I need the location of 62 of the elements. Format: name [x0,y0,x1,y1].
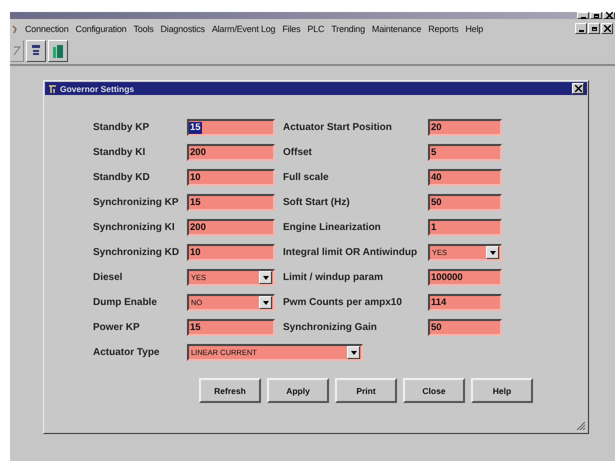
input-field[interactable]: 10 [187,169,275,186]
menu-item[interactable]: Connection [25,24,69,34]
input-field[interactable]: 15 [187,119,275,136]
menu-item[interactable]: Diagnostics [160,24,205,34]
field-label: Standby KI [93,146,146,160]
field-label: Diesel [93,271,124,285]
field-label: Synchronizing KD [93,246,180,260]
close-icon[interactable] [572,83,584,94]
field-label: Soft Start (Hz) [283,196,351,210]
input-field[interactable]: 20 [428,119,502,136]
app-icon [48,84,57,94]
field-label: Actuator Start Position [283,121,393,135]
dialog-button[interactable]: Refresh [199,378,261,403]
field-label: Standby KP [93,121,150,135]
dialog-button[interactable]: Print [335,378,397,403]
input-field[interactable]: 50 [428,194,502,211]
close-icon[interactable] [601,23,613,34]
input-field[interactable]: 10 [187,244,275,261]
input-field[interactable]: 1 [428,219,502,236]
field-label: Standby KD [93,171,151,185]
input-field[interactable]: 15 [187,194,275,211]
menu-item[interactable]: Alarm/Event Log [212,24,276,34]
dialog-button[interactable]: Apply [267,378,329,403]
close-icon[interactable] [603,12,615,19]
menu-item[interactable]: Trending [331,24,365,34]
menu-item[interactable]: Files [282,24,300,34]
menu-item[interactable]: Maintenance [372,24,422,34]
field-label: Actuator Type [93,346,160,360]
field-label: Synchronizing Gain [283,321,378,335]
menu-item[interactable]: Help [465,24,484,34]
input-field[interactable]: 50 [428,319,502,336]
input-field[interactable]: 40 [428,169,502,186]
field-label: Limit / windup param [283,271,384,285]
field-label: Dump Enable [93,296,158,310]
dialog-button[interactable]: Close [403,378,465,403]
input-field[interactable]: 114 [428,294,502,311]
input-field[interactable]: 100000 [428,269,502,286]
field-label: Full scale [283,171,330,185]
field-label: Pwm Counts per ampx10 [283,296,403,310]
field-label: Engine Linearization [283,221,382,235]
minimize-icon[interactable] [575,23,587,34]
input-field[interactable]: 15 [187,319,275,336]
maximize-icon[interactable] [590,12,602,19]
dialog-button[interactable]: Help [471,378,533,403]
field-label: Power KP [93,321,141,335]
minimize-icon[interactable] [577,12,589,19]
field-label: Offset [283,146,313,160]
input-field[interactable]: 5 [428,144,502,161]
menu-item[interactable]: PLC [307,24,324,34]
menu-item[interactable]: Tools [133,24,154,34]
field-label: Synchronizing KP [93,196,180,210]
bar-chart-icon [51,43,65,59]
field-label: Synchronizing KI [93,221,176,235]
app-icon [12,24,18,34]
menu-item[interactable]: Reports [428,24,458,34]
resize-grip-icon[interactable] [576,421,586,431]
input-field[interactable]: 200 [187,144,275,161]
dialog-title: Governor Settings [60,84,134,94]
menu-item[interactable]: Configuration [76,24,126,34]
restore-icon[interactable] [588,23,600,34]
field-label: Integral limit OR Antiwindup [283,246,418,260]
input-field[interactable]: 200 [187,219,275,236]
